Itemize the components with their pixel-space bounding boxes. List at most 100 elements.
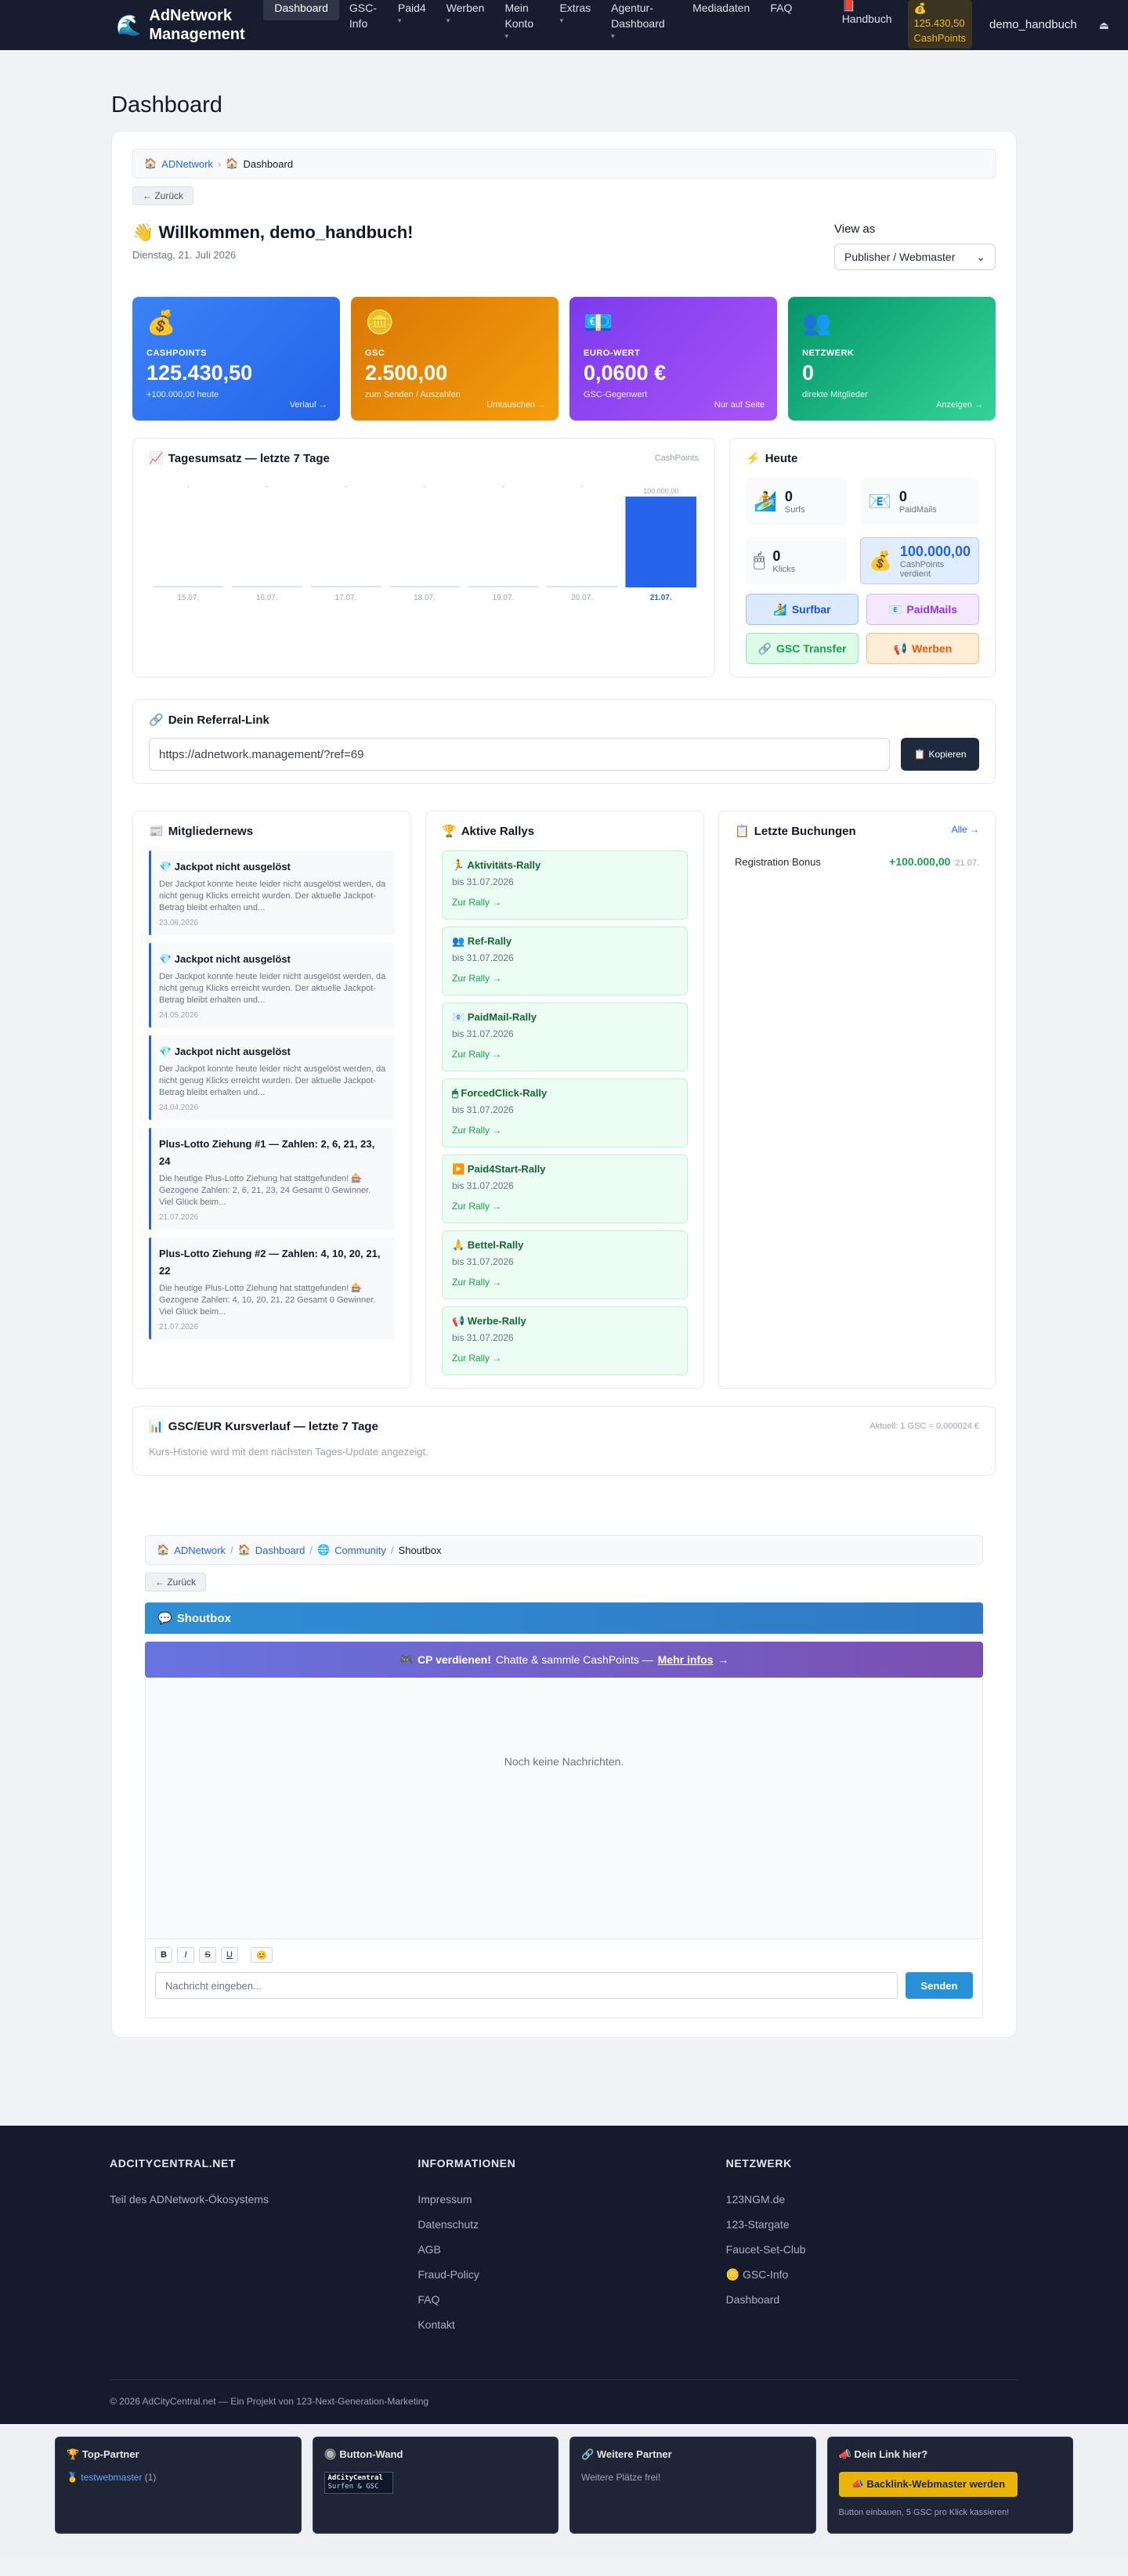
footer-link[interactable]: 123NGM.de xyxy=(726,2187,1018,2212)
nav-item-extras[interactable]: Extras ▾ xyxy=(549,0,601,25)
footer-heading: ADCITYCENTRAL.NET xyxy=(110,2157,237,2170)
news-item[interactable]: 💎 Jackpot nicht ausgelöst Der Jackpot kon… xyxy=(149,943,395,1028)
home-icon: 🏠 xyxy=(226,157,239,169)
promo-link[interactable]: Mehr infos xyxy=(658,1653,714,1666)
news-item-date: 24.05.2026 xyxy=(159,1011,199,1020)
footer-link[interactable]: 123-Stargate xyxy=(726,2212,1018,2237)
footer-link[interactable]: Dashboard xyxy=(726,2287,1018,2312)
surfbar-button[interactable]: 🏄 Surfbar xyxy=(746,594,859,625)
breadcrumb-link[interactable]: Dashboard xyxy=(255,1545,306,1556)
news-item[interactable]: 💎 Jackpot nicht ausgelöst Der Jackpot kon… xyxy=(149,851,395,935)
rally-link[interactable]: Zur Rally → xyxy=(452,1049,678,1060)
nav-item-werben[interactable]: Werben ▾ xyxy=(436,0,495,25)
back-button[interactable]: ← Zurück xyxy=(145,1573,207,1591)
send-button[interactable]: Senden xyxy=(906,1972,973,1999)
rally-link[interactable]: Zur Rally → xyxy=(452,897,678,908)
breadcrumb-link-root[interactable]: ADNetwork xyxy=(161,158,213,170)
top-partner-link[interactable]: testwebmaster xyxy=(81,2472,142,2483)
footer-link[interactable]: Impressum xyxy=(418,2187,710,2212)
stat-card-netzwerk: 👥 NETZWERK 0 direkte Mitglieder Anzeigen… xyxy=(788,297,996,421)
shoutbox-promo-banner: 🎮 CP verdienen! Chatte & sammle CashPoin… xyxy=(145,1642,983,1678)
partner-banner[interactable]: AdCityCentral Surfen & GSC xyxy=(324,2472,393,2494)
stat-link[interactable]: Anzeigen → xyxy=(936,400,983,410)
gsc-transfer-button[interactable]: 🔗 GSC Transfer xyxy=(746,633,859,664)
footer-link[interactable]: FAQ xyxy=(418,2287,710,2312)
rallies-panel: 🏆 Aktive Rallys 🏃 Aktivitäts-Rally bis 31.… xyxy=(425,811,704,1389)
footer-link[interactable]: Datenschutz xyxy=(418,2212,710,2237)
stat-link[interactable]: Verlauf → xyxy=(290,400,327,410)
handbuch-link[interactable]: 📕 Handbuch xyxy=(833,0,902,27)
nav-item-agentur-dashboard[interactable]: Agentur-Dashboard ▾ xyxy=(601,0,682,41)
footer-link[interactable]: AGB xyxy=(418,2237,710,2262)
partner-heading: Dein Link hier? xyxy=(854,2448,928,2460)
footer-link[interactable]: Faucet-Set-Club xyxy=(726,2237,1018,2262)
chart-bar xyxy=(153,586,224,587)
backlink-webmaster-button[interactable]: 📣 Backlink-Webmaster werden xyxy=(838,2472,1018,2497)
nav-item-gsc-info[interactable]: GSC-Info xyxy=(339,0,388,31)
info-row: 📰 Mitgliedernews 💎 Jackpot nicht ausgelös… xyxy=(132,811,996,1389)
message-input[interactable]: Nachricht eingeben... xyxy=(155,1972,898,1999)
user-menu[interactable]: demo_handbuch xyxy=(978,0,1088,50)
rally-card: 📢 Werbe-Rally bis 31.07.2026 Zur Rally → xyxy=(442,1306,688,1375)
banner-line-2: Surfen & GSC xyxy=(327,2483,379,2491)
news-item-body: Der Jackpot konnte heute leider nicht au… xyxy=(159,972,386,1005)
button-label: GSC Transfer xyxy=(776,642,847,655)
rally-link[interactable]: Zur Rally → xyxy=(452,973,678,984)
news-item[interactable]: Plus-Lotto Ziehung #2 — Zahlen: 4, 10, 2… xyxy=(149,1237,395,1339)
footer-heading: INFORMATIONEN xyxy=(418,2157,516,2170)
brand[interactable]: 🌊 AdNetwork Management xyxy=(116,0,255,50)
breadcrumb-link[interactable]: Community xyxy=(334,1545,386,1556)
rally-link[interactable]: Zur Rally → xyxy=(452,1353,678,1364)
today-paidmails: 📧 0 PaidMails xyxy=(860,478,979,525)
shoutbox-section: 🏠 ADNetwork / 🏠 Dashboard / 🌐 Community … xyxy=(132,1535,996,2018)
chart-value-label: - xyxy=(502,482,504,490)
today-label: PaidMails xyxy=(898,504,937,515)
strikethrough-icon[interactable]: S xyxy=(199,1947,216,1963)
today-title-text: Heute xyxy=(765,451,798,465)
today-label: CashPoints verdient xyxy=(899,559,945,579)
megaphone-icon: 📣 xyxy=(838,2448,851,2460)
referral-url-field[interactable]: https://adnetwork.management/?ref=69 xyxy=(149,738,890,771)
nav-label: Mediadaten xyxy=(692,2,750,14)
bold-icon[interactable]: B xyxy=(155,1947,172,1963)
werben-button[interactable]: 📢 Werben xyxy=(866,633,979,664)
nav-item-dashboard[interactable]: Dashboard xyxy=(263,0,339,20)
chart-tick-label: 18.07. xyxy=(414,594,436,602)
breadcrumb-link[interactable]: ADNetwork xyxy=(174,1545,226,1556)
nav-item-mein-konto[interactable]: Mein Konto ▾ xyxy=(494,0,549,41)
news-item[interactable]: Plus-Lotto Ziehung #1 — Zahlen: 2, 6, 21… xyxy=(149,1128,395,1230)
back-button[interactable]: ← Zurück xyxy=(132,186,194,205)
bar-chart: - 15.07. - 16.07. - 17.07. - 18.07. - 19.07. - 20.0… xyxy=(149,478,699,619)
nav-item-mediadaten[interactable]: Mediadaten xyxy=(682,0,760,16)
rally-link[interactable]: Zur Rally → xyxy=(452,1125,678,1136)
clipboard-icon: 📋 xyxy=(913,749,926,760)
logout-icon[interactable]: ⏏ xyxy=(1088,0,1109,50)
nav-item-paid4[interactable]: Paid4 ▾ xyxy=(388,0,436,25)
footer-link[interactable]: Fraud-Policy xyxy=(418,2262,710,2287)
rally-until: bis 31.07.2026 xyxy=(452,876,514,887)
button-label: Werben xyxy=(912,642,953,655)
nav-item-faq[interactable]: FAQ xyxy=(760,0,802,16)
bookings-header: 📋 Letzte Buchungen Alle → xyxy=(735,824,979,838)
emoji-icon[interactable]: 😊 xyxy=(251,1947,273,1963)
underline-icon[interactable]: U xyxy=(221,1947,238,1963)
stat-link[interactable]: Umtauschen → xyxy=(486,400,546,410)
rally-link[interactable]: Zur Rally → xyxy=(452,1277,678,1288)
news-item[interactable]: 💎 Jackpot nicht ausgelöst Der Jackpot kon… xyxy=(149,1035,395,1120)
megaphone-icon: 📣 xyxy=(851,2478,864,2490)
footer-link[interactable]: Kontakt xyxy=(418,2312,710,2337)
footer-link[interactable]: 🪙 GSC-Info xyxy=(726,2262,1018,2287)
today-cashpoints: 💰 100.000,00 CashPoints verdient xyxy=(860,537,979,584)
view-as-select[interactable]: Publisher / Webmaster ⌄ xyxy=(834,244,996,270)
cashpoints-badge[interactable]: 💰 125.430,50 CashPoints xyxy=(907,0,972,49)
italic-icon[interactable]: I xyxy=(177,1947,194,1963)
gsc-title-text: GSC/EUR Kursverlauf — letzte 7 Tage xyxy=(168,1419,378,1433)
news-item-title: Plus-Lotto Ziehung #1 — Zahlen: 2, 6, 21… xyxy=(159,1138,375,1167)
copy-button[interactable]: 📋 Kopieren xyxy=(901,738,979,771)
rally-link[interactable]: Zur Rally → xyxy=(452,1201,678,1212)
paidmails-button[interactable]: 📧 PaidMails xyxy=(866,594,979,625)
bookings-all-link[interactable]: Alle → xyxy=(952,824,979,838)
stat-value: 0,0600 € xyxy=(584,361,667,385)
top-partner-count: (1) xyxy=(144,2472,157,2483)
news-item-body: Der Jackpot konnte heute leider nicht au… xyxy=(159,1064,386,1097)
